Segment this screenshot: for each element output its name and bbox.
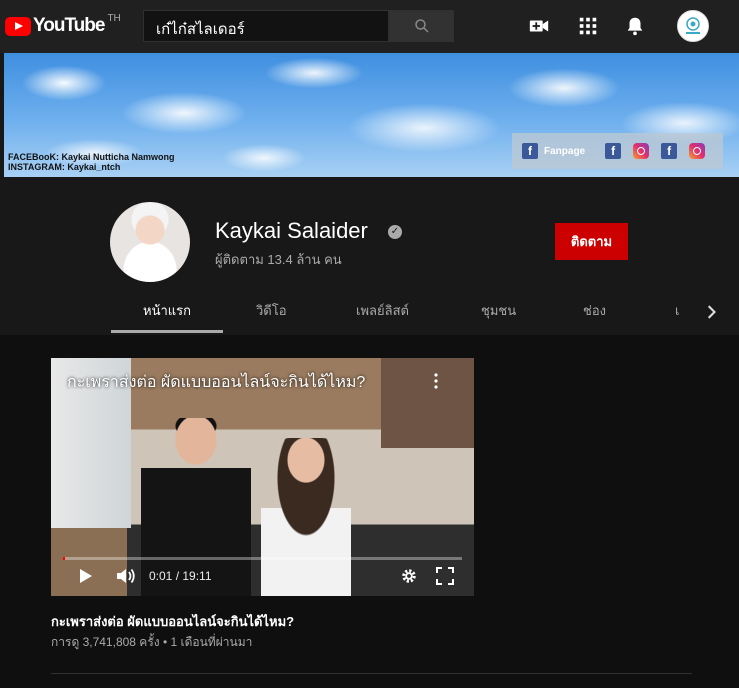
banner-instagram-text: INSTAGRAM: Kaykai_ntch bbox=[8, 162, 121, 172]
play-icon[interactable] bbox=[78, 567, 94, 585]
video-time: 0:01 / 19:11 bbox=[149, 569, 212, 583]
subscribe-button[interactable]: ติดตาม bbox=[555, 223, 628, 260]
video-frame-cabinet bbox=[381, 358, 474, 448]
account-avatar-logo-icon bbox=[686, 17, 700, 34]
tab-home[interactable]: หน้าแรก bbox=[143, 300, 191, 321]
facebook-icon[interactable]: f bbox=[605, 143, 622, 159]
fullscreen-icon[interactable] bbox=[436, 567, 454, 585]
apps-grid-icon[interactable] bbox=[577, 15, 599, 37]
volume-icon[interactable] bbox=[115, 567, 137, 585]
video-progress-bar[interactable] bbox=[63, 557, 462, 560]
tab-community[interactable]: ชุมชน bbox=[481, 300, 516, 321]
tab-playlists[interactable]: เพลย์ลิสต์ bbox=[356, 300, 409, 321]
region-code: TH bbox=[107, 12, 121, 24]
notifications-bell-icon[interactable] bbox=[624, 15, 646, 37]
instagram-icon[interactable] bbox=[689, 143, 706, 159]
search-input[interactable]: เก๋ไก๋สไลเดอร์ bbox=[143, 10, 389, 42]
banner-links: f Fanpage f f bbox=[512, 133, 723, 169]
channel-banner: FACEBooK: Kaykai Nutticha Namwong INSTAG… bbox=[4, 53, 739, 177]
active-tab-indicator bbox=[111, 330, 223, 333]
channel-tabs: หน้าแรก วิดีโอ เพลย์ลิสต์ ชุมชน ช่อง เ bbox=[0, 290, 739, 334]
account-avatar[interactable] bbox=[677, 10, 709, 42]
more-vert-icon[interactable] bbox=[434, 373, 438, 389]
featured-video-player[interactable]: กะเพราส่งต่อ ผัดแบบออนไลน์จะกินได้ไหม? 0… bbox=[51, 358, 474, 596]
youtube-logo[interactable]: YouTube TH bbox=[5, 12, 121, 37]
channel-avatar[interactable] bbox=[110, 202, 190, 282]
featured-video-meta: การดู 3,741,808 ครั้ง • 1 เดือนที่ผ่านมา bbox=[51, 635, 253, 649]
search-icon bbox=[414, 19, 429, 33]
create-video-icon[interactable] bbox=[528, 15, 550, 37]
featured-video-title[interactable]: กะเพราส่งต่อ ผัดแบบออนไลน์จะกินได้ไหม? bbox=[51, 611, 294, 632]
video-frame-person-right bbox=[261, 438, 351, 596]
video-overlay-title[interactable]: กะเพราส่งต่อ ผัดแบบออนไลน์จะกินได้ไหม? bbox=[67, 370, 365, 395]
subscriber-count: ผู้ติดตาม 13.4 ล้าน คน bbox=[215, 252, 342, 267]
tab-about-truncated[interactable]: เ bbox=[675, 300, 679, 321]
tab-videos[interactable]: วิดีโอ bbox=[256, 300, 287, 321]
fanpage-link[interactable]: Fanpage bbox=[544, 146, 585, 157]
banner-social-text: FACEBooK: Kaykai Nutticha Namwong INSTAG… bbox=[8, 152, 175, 172]
settings-gear-icon[interactable] bbox=[400, 567, 418, 585]
youtube-play-icon bbox=[5, 16, 31, 36]
facebook-icon[interactable]: f bbox=[522, 143, 538, 159]
masthead: YouTube TH เก๋ไก๋สไลเดอร์ bbox=[0, 0, 739, 53]
video-progress-fill bbox=[63, 557, 65, 560]
tab-channels[interactable]: ช่อง bbox=[583, 300, 606, 321]
logo-wordmark: YouTube bbox=[33, 15, 105, 36]
verified-badge-icon: ✓ bbox=[388, 225, 402, 239]
section-divider bbox=[51, 673, 692, 674]
facebook-icon[interactable]: f bbox=[661, 143, 678, 159]
instagram-icon[interactable] bbox=[633, 143, 650, 159]
banner-facebook-text: FACEBooK: Kaykai Nutticha Namwong bbox=[8, 152, 175, 162]
search-button[interactable] bbox=[389, 10, 454, 42]
chevron-right-icon[interactable] bbox=[702, 302, 722, 322]
channel-name: Kaykai Salaider bbox=[215, 218, 368, 243]
